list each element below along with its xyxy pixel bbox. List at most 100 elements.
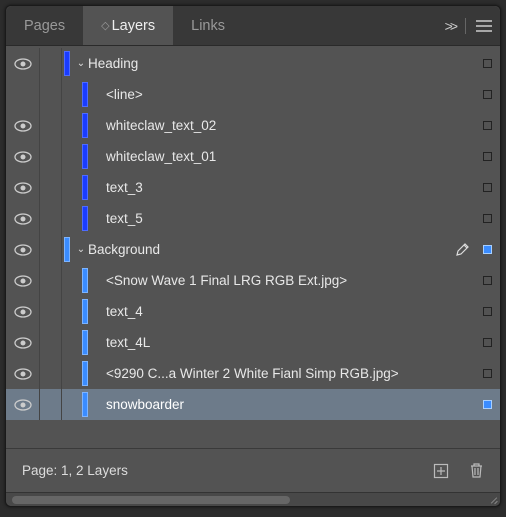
eye-icon	[14, 151, 32, 163]
layer-color-bar	[82, 82, 88, 107]
layer-row-t3[interactable]: ⌄text_3	[6, 172, 500, 203]
selection-swatch[interactable]	[474, 338, 500, 347]
lock-column[interactable]	[40, 234, 62, 265]
visibility-toggle[interactable]	[6, 265, 40, 296]
layer-label[interactable]: snowboarder	[106, 397, 450, 412]
lock-column[interactable]	[40, 48, 62, 79]
layer-row-t4l[interactable]: ⌄text_4L	[6, 327, 500, 358]
panel-menu-icon[interactable]	[476, 20, 492, 32]
selection-swatch[interactable]	[474, 307, 500, 316]
eye-icon	[14, 182, 32, 194]
layers-panel: Pages ◇ Layers Links >> ⌄Heading⌄<line>⌄…	[5, 5, 501, 507]
layers-list: ⌄Heading⌄<line>⌄whiteclaw_text_02⌄whitec…	[6, 46, 500, 448]
lock-column[interactable]	[40, 296, 62, 327]
layer-label[interactable]: whiteclaw_text_01	[106, 149, 450, 164]
layer-label[interactable]: text_3	[106, 180, 450, 195]
footer-status: Page: 1, 2 Layers	[22, 463, 128, 478]
eye-icon	[14, 213, 32, 225]
layer-row-snowboarder[interactable]: ⌄snowboarder	[6, 389, 500, 420]
layer-color-bar	[64, 237, 70, 262]
visibility-toggle[interactable]	[6, 141, 40, 172]
eye-icon	[14, 275, 32, 287]
lock-column[interactable]	[40, 327, 62, 358]
layer-label[interactable]: whiteclaw_text_02	[106, 118, 450, 133]
visibility-toggle[interactable]	[6, 110, 40, 141]
layer-row-wc2[interactable]: ⌄whiteclaw_text_02	[6, 110, 500, 141]
layer-row-c9290[interactable]: ⌄<9290 C...a Winter 2 White Fianl Simp R…	[6, 358, 500, 389]
eye-icon	[14, 337, 32, 349]
chevron-down-icon[interactable]: ⌄	[74, 244, 88, 255]
layer-label[interactable]: text_5	[106, 211, 450, 226]
bottom-strip	[6, 492, 500, 506]
lock-column[interactable]	[40, 389, 62, 420]
layer-label[interactable]: text_4L	[106, 335, 450, 350]
panel-footer: Page: 1, 2 Layers	[6, 448, 500, 492]
pen-icon	[455, 242, 470, 257]
selection-swatch[interactable]	[474, 245, 500, 254]
layer-row-wc1[interactable]: ⌄whiteclaw_text_01	[6, 141, 500, 172]
resize-handle[interactable]	[488, 494, 498, 504]
layer-label[interactable]: text_4	[106, 304, 450, 319]
layer-color-bar	[82, 175, 88, 200]
eye-icon	[14, 306, 32, 318]
visibility-toggle[interactable]	[6, 327, 40, 358]
tab-layers-label: Layers	[112, 18, 156, 34]
tab-pages[interactable]: Pages	[6, 6, 83, 45]
collapse-icon[interactable]: >>	[445, 18, 455, 34]
lock-column[interactable]	[40, 110, 62, 141]
layer-color-bar	[82, 206, 88, 231]
tab-links[interactable]: Links	[173, 6, 243, 45]
layer-color-bar	[82, 299, 88, 324]
visibility-toggle[interactable]	[6, 172, 40, 203]
trash-icon[interactable]	[469, 462, 484, 479]
selection-swatch[interactable]	[474, 121, 500, 130]
layer-color-bar	[82, 330, 88, 355]
anchor-icon: ◇	[101, 19, 109, 32]
eye-icon	[14, 120, 32, 132]
eye-icon	[14, 244, 32, 256]
layer-row-t4[interactable]: ⌄text_4	[6, 296, 500, 327]
visibility-toggle[interactable]	[6, 79, 40, 110]
lock-column[interactable]	[40, 141, 62, 172]
selection-swatch[interactable]	[474, 183, 500, 192]
layer-row-t5[interactable]: ⌄text_5	[6, 203, 500, 234]
selection-swatch[interactable]	[474, 152, 500, 161]
visibility-toggle[interactable]	[6, 203, 40, 234]
selection-swatch[interactable]	[474, 369, 500, 378]
chevron-down-icon[interactable]: ⌄	[74, 58, 88, 69]
layer-row-bg[interactable]: ⌄Background	[6, 234, 500, 265]
layer-row-snowwave[interactable]: ⌄<Snow Wave 1 Final LRG RGB Ext.jpg>	[6, 265, 500, 296]
layer-color-bar	[82, 144, 88, 169]
layer-label[interactable]: <line>	[106, 87, 450, 102]
layer-row-line[interactable]: ⌄<line>	[6, 79, 500, 110]
layer-label[interactable]: <9290 C...a Winter 2 White Fianl Simp RG…	[106, 366, 450, 381]
visibility-toggle[interactable]	[6, 358, 40, 389]
layer-color-bar	[82, 113, 88, 138]
layer-row-heading[interactable]: ⌄Heading	[6, 48, 500, 79]
selection-swatch[interactable]	[474, 59, 500, 68]
selection-swatch[interactable]	[474, 90, 500, 99]
selection-swatch[interactable]	[474, 276, 500, 285]
lock-column[interactable]	[40, 265, 62, 296]
eye-icon	[14, 58, 32, 70]
eye-icon	[14, 399, 32, 411]
tab-bar: Pages ◇ Layers Links >>	[6, 6, 500, 46]
lock-column[interactable]	[40, 79, 62, 110]
new-layer-icon[interactable]	[433, 463, 449, 479]
lock-column[interactable]	[40, 203, 62, 234]
layer-color-bar	[82, 392, 88, 417]
h-scrollbar[interactable]	[12, 496, 476, 504]
visibility-toggle[interactable]	[6, 389, 40, 420]
selection-swatch[interactable]	[474, 400, 500, 409]
tab-layers[interactable]: ◇ Layers	[83, 6, 173, 45]
layer-label[interactable]: Background	[88, 242, 450, 257]
visibility-toggle[interactable]	[6, 234, 40, 265]
visibility-toggle[interactable]	[6, 296, 40, 327]
lock-column[interactable]	[40, 172, 62, 203]
lock-column[interactable]	[40, 358, 62, 389]
layer-label[interactable]: <Snow Wave 1 Final LRG RGB Ext.jpg>	[106, 273, 450, 288]
layer-label[interactable]: Heading	[88, 56, 450, 71]
eye-icon	[14, 368, 32, 380]
selection-swatch[interactable]	[474, 214, 500, 223]
visibility-toggle[interactable]	[6, 48, 40, 79]
